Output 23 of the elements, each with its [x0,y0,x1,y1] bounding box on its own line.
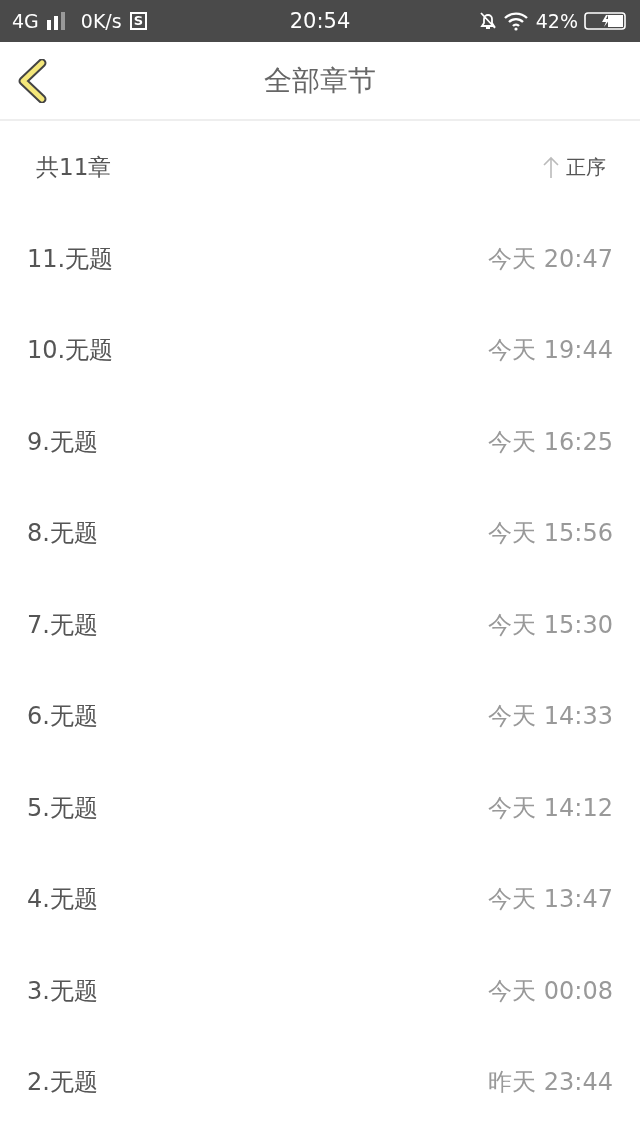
up-arrow-icon [542,156,560,178]
chapter-item[interactable]: 6.无题 今天 14:33 [0,670,640,762]
chapter-item[interactable]: 9.无题 今天 16:25 [0,396,640,488]
back-icon[interactable] [17,58,47,103]
network-type: 4G [12,10,39,32]
chapter-item[interactable]: 3.无题 今天 00:08 [0,945,640,1037]
page-title: 全部章节 [264,62,376,99]
muted-bell-icon [477,11,498,31]
chapter-item[interactable]: 7.无题 今天 15:30 [0,579,640,671]
chapter-item[interactable]: 2.无题 昨天 23:44 [0,1036,640,1128]
network-speed: 0K/s [80,10,122,32]
battery-percent: 42% [535,10,578,32]
wifi-icon [503,11,530,31]
clock: 20:54 [289,9,351,33]
chapter-item[interactable]: 4.无题 今天 13:47 [0,853,640,945]
battery-icon [584,11,628,31]
chapter-count: 共11章 [36,152,112,182]
chapter-item[interactable]: 11.无题 今天 20:47 [0,213,640,305]
chapter-item[interactable]: 10.无题 今天 19:44 [0,304,640,396]
app-badge: S [129,12,148,30]
sort-button[interactable]: 正序 [542,153,606,181]
chapter-item[interactable]: 5.无题 今天 14:12 [0,762,640,854]
chapter-item[interactable]: 8.无题 今天 15:56 [0,487,640,579]
